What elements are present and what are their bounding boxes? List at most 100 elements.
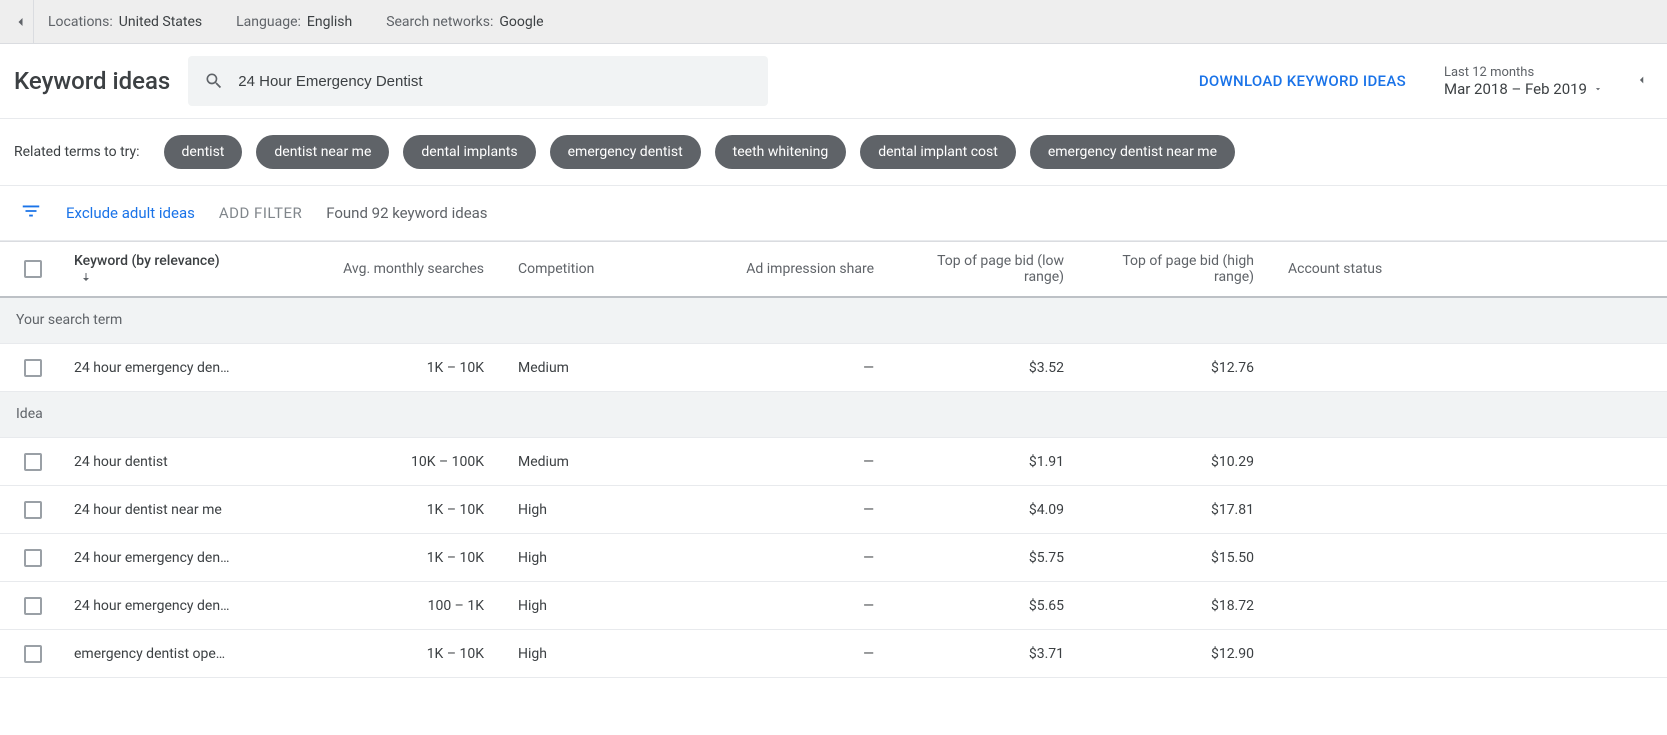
searches-cell: 1K – 10K xyxy=(242,350,502,386)
date-prev-button[interactable] xyxy=(1631,73,1653,89)
back-button[interactable] xyxy=(8,0,34,44)
date-range-label: Last 12 months xyxy=(1444,65,1603,80)
related-chip[interactable]: teeth whitening xyxy=(715,135,847,169)
settings-bar: Locations: United States Language: Engli… xyxy=(0,0,1667,44)
impression-cell: — xyxy=(702,540,892,576)
locations-value: United States xyxy=(119,14,202,30)
col-competition[interactable]: Competition xyxy=(502,251,702,287)
language-value: English xyxy=(307,14,352,30)
date-range-picker[interactable]: Last 12 months Mar 2018 – Feb 2019 xyxy=(1444,65,1603,98)
search-box[interactable] xyxy=(188,56,768,106)
bid-low-cell: $5.75 xyxy=(892,540,1082,576)
row-checkbox[interactable] xyxy=(24,359,42,377)
bid-low-cell: $3.52 xyxy=(892,350,1082,386)
search-input[interactable] xyxy=(238,73,752,90)
table-row: 24 hour dentist near me 1K – 10K High — … xyxy=(0,486,1667,534)
col-keyword[interactable]: Keyword (by relevance) xyxy=(58,243,242,295)
bid-low-cell: $4.09 xyxy=(892,492,1082,528)
col-impression[interactable]: Ad impression share xyxy=(702,251,892,287)
col-searches[interactable]: Avg. monthly searches xyxy=(242,251,502,287)
sort-down-icon xyxy=(74,269,92,285)
row-checkbox[interactable] xyxy=(24,645,42,663)
row-checkbox[interactable] xyxy=(24,501,42,519)
searches-cell: 1K – 10K xyxy=(242,492,502,528)
impression-cell: — xyxy=(702,492,892,528)
searches-cell: 100 – 1K xyxy=(242,588,502,624)
filter-row: Exclude adult ideas ADD FILTER Found 92 … xyxy=(0,186,1667,241)
row-checkbox[interactable] xyxy=(24,453,42,471)
add-filter-button[interactable]: ADD FILTER xyxy=(219,204,302,222)
networks-filter[interactable]: Search networks: Google xyxy=(386,14,543,30)
chevron-left-icon xyxy=(1637,75,1647,85)
related-chip[interactable]: dentist near me xyxy=(256,135,389,169)
keyword-table: Keyword (by relevance) Avg. monthly sear… xyxy=(0,241,1667,678)
section-idea: Idea xyxy=(0,392,1667,438)
language-label: Language: xyxy=(236,14,301,30)
competition-cell: High xyxy=(502,636,702,672)
table-row: emergency dentist open 2… 1K – 10K High … xyxy=(0,630,1667,678)
back-arrow-icon xyxy=(15,16,27,28)
status-cell xyxy=(1272,358,1472,378)
select-all-checkbox[interactable] xyxy=(24,260,42,278)
locations-filter[interactable]: Locations: United States xyxy=(48,14,202,30)
competition-cell: High xyxy=(502,492,702,528)
keyword-cell[interactable]: 24 hour dentist near me xyxy=(58,492,238,528)
row-checkbox[interactable] xyxy=(24,597,42,615)
bid-high-cell: $17.81 xyxy=(1082,492,1272,528)
searches-cell: 1K – 10K xyxy=(242,540,502,576)
related-chip[interactable]: dentist xyxy=(164,135,243,169)
table-header-row: Keyword (by relevance) Avg. monthly sear… xyxy=(0,242,1667,298)
section-your-search-term: Your search term xyxy=(0,298,1667,344)
status-cell xyxy=(1272,452,1472,472)
status-cell xyxy=(1272,500,1472,520)
col-bid-low[interactable]: Top of page bid (low range) xyxy=(892,243,1082,295)
bid-high-cell: $15.50 xyxy=(1082,540,1272,576)
networks-label: Search networks: xyxy=(386,14,493,30)
table-row: 24 hour emergency denti… 100 – 1K High —… xyxy=(0,582,1667,630)
language-filter[interactable]: Language: English xyxy=(236,14,352,30)
table-row: 24 hour dentist 10K – 100K Medium — $1.9… xyxy=(0,438,1667,486)
searches-cell: 10K – 100K xyxy=(242,444,502,480)
keyword-cell[interactable]: 24 hour emergency dentist xyxy=(58,350,238,386)
select-all-checkbox-cell xyxy=(0,250,58,288)
related-chip[interactable]: emergency dentist near me xyxy=(1030,135,1235,169)
related-chip[interactable]: emergency dentist xyxy=(550,135,701,169)
bid-high-cell: $18.72 xyxy=(1082,588,1272,624)
keyword-cell[interactable]: emergency dentist open 2… xyxy=(58,636,238,672)
bid-high-cell: $12.76 xyxy=(1082,350,1272,386)
exclude-adult-ideas-link[interactable]: Exclude adult ideas xyxy=(66,204,195,222)
related-terms-label: Related terms to try: xyxy=(14,144,140,160)
bid-high-cell: $10.29 xyxy=(1082,444,1272,480)
table-row: 24 hour emergency dentist 1K – 10K Mediu… xyxy=(0,344,1667,392)
impression-cell: — xyxy=(702,636,892,672)
bid-low-cell: $5.65 xyxy=(892,588,1082,624)
search-icon xyxy=(204,71,224,91)
header-row: Keyword ideas DOWNLOAD KEYWORD IDEAS Las… xyxy=(0,44,1667,119)
keyword-cell[interactable]: 24 hour emergency denti… xyxy=(58,588,238,624)
found-count-label: Found 92 keyword ideas xyxy=(326,204,487,222)
related-chip[interactable]: dental implant cost xyxy=(860,135,1016,169)
status-cell xyxy=(1272,644,1472,664)
related-chip[interactable]: dental implants xyxy=(403,135,535,169)
date-range-value: Mar 2018 – Feb 2019 xyxy=(1444,80,1587,98)
dropdown-icon xyxy=(1593,80,1603,98)
row-checkbox[interactable] xyxy=(24,549,42,567)
page-title: Keyword ideas xyxy=(14,67,170,95)
col-bid-high[interactable]: Top of page bid (high range) xyxy=(1082,243,1272,295)
keyword-cell[interactable]: 24 hour dentist xyxy=(58,444,238,480)
impression-cell: — xyxy=(702,588,892,624)
locations-label: Locations: xyxy=(48,14,113,30)
status-cell xyxy=(1272,548,1472,568)
bid-low-cell: $3.71 xyxy=(892,636,1082,672)
table-row: 24 hour emergency denta… 1K – 10K High —… xyxy=(0,534,1667,582)
impression-cell: — xyxy=(702,444,892,480)
keyword-cell[interactable]: 24 hour emergency denta… xyxy=(58,540,238,576)
col-status[interactable]: Account status xyxy=(1272,251,1472,287)
filter-icon[interactable] xyxy=(20,200,42,226)
networks-value: Google xyxy=(499,14,543,30)
searches-cell: 1K – 10K xyxy=(242,636,502,672)
download-keyword-ideas-link[interactable]: DOWNLOAD KEYWORD IDEAS xyxy=(1199,72,1406,90)
competition-cell: High xyxy=(502,540,702,576)
status-cell xyxy=(1272,596,1472,616)
related-terms-row: Related terms to try: dentist dentist nea… xyxy=(0,119,1667,186)
